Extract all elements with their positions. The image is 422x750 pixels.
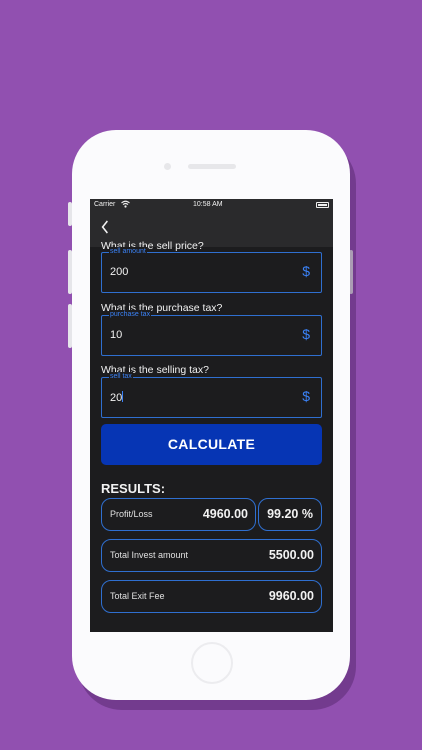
sell-tax-input-wrap[interactable]: 20 <box>110 391 124 404</box>
total-invest-label: Total Invest amount <box>110 550 189 560</box>
status-bar: Carrier 10:58 AM <box>90 199 333 211</box>
carrier-label: Carrier <box>94 201 116 208</box>
sell-amount-field[interactable]: sell amount 200 $ <box>101 247 322 293</box>
app-screen: Carrier 10:58 AM What is the sell price?… <box>90 199 333 632</box>
results-heading: RESULTS: <box>101 481 166 496</box>
profit-loss-value: 4960.00 <box>202 507 248 521</box>
total-invest-box: Total Invest amount 5500.00 <box>101 539 322 572</box>
sell-tax-field[interactable]: sell tax 20 $ <box>101 372 322 418</box>
chevron-left-icon[interactable] <box>101 220 109 238</box>
total-exit-fee-label: Total Exit Fee <box>110 591 165 601</box>
dollar-icon: $ <box>302 263 310 279</box>
wifi-icon <box>121 200 130 210</box>
earpiece-speaker <box>188 164 236 169</box>
status-time: 10:58 AM <box>193 201 223 208</box>
total-exit-fee-box: Total Exit Fee 9960.00 <box>101 580 322 613</box>
sell-amount-label: sell amount <box>109 247 147 256</box>
total-exit-fee-value: 9960.00 <box>268 589 314 603</box>
purchase-tax-field[interactable]: purchase tax 10 $ <box>101 310 322 356</box>
total-invest-value: 5500.00 <box>268 548 314 562</box>
purchase-tax-label: purchase tax <box>109 310 152 319</box>
profit-loss-label: Profit/Loss <box>110 509 153 519</box>
calculator-form: What is the sell price? sell amount 200 … <box>90 240 333 632</box>
sell-tax-label: sell tax <box>109 372 133 381</box>
sell-amount-input[interactable]: 200 <box>110 266 128 278</box>
profit-percent-box: 99.20 % <box>258 498 322 531</box>
text-cursor <box>122 391 124 402</box>
home-button[interactable] <box>191 642 233 684</box>
dollar-icon: $ <box>302 388 310 404</box>
battery-icon <box>316 202 329 208</box>
dollar-icon: $ <box>302 326 310 342</box>
front-camera <box>164 163 171 170</box>
profit-percent-value: 99.20 % <box>267 507 313 521</box>
purchase-tax-input[interactable]: 10 <box>110 329 122 341</box>
profit-loss-box: Profit/Loss 4960.00 <box>101 498 256 531</box>
calculate-button[interactable]: CALCULATE <box>101 424 322 465</box>
sell-tax-input[interactable]: 20 <box>110 392 122 404</box>
